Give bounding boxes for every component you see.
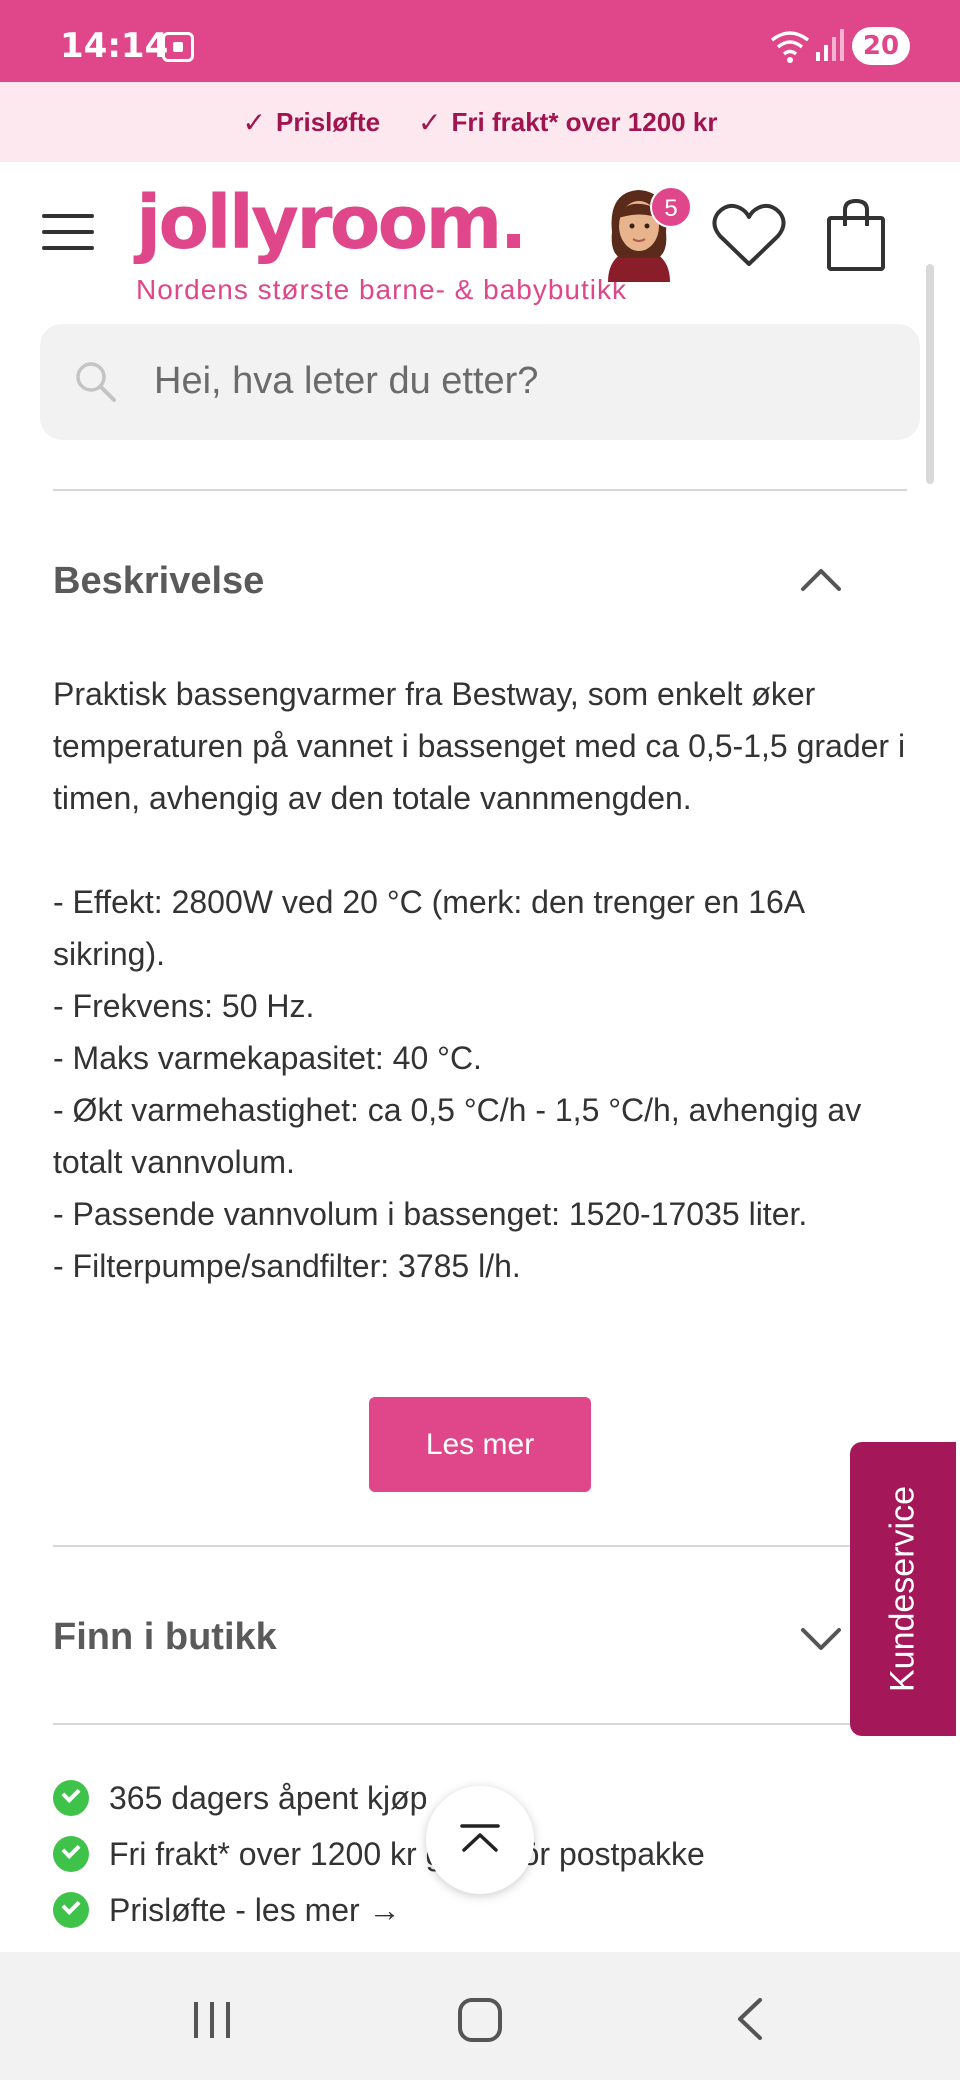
- search-input[interactable]: Hei, hva leter du etter?: [40, 324, 920, 440]
- description-intro: Praktisk bassengvarmer fra Bestway, som …: [53, 676, 906, 816]
- battery-indicator: 20: [852, 27, 910, 65]
- usp-label: Prisløfte - les mer →: [109, 1891, 401, 1928]
- chevron-up-icon: [460, 1824, 500, 1852]
- spec-line: - Effekt: 2800W ved 20 °C (merk: den tre…: [53, 884, 804, 972]
- usp-label: 365 dagers åpent kjøp: [109, 1779, 428, 1816]
- promo-item-price-promise[interactable]: ✓ Prisløfte: [243, 106, 381, 139]
- check-circle-icon: [53, 1780, 89, 1816]
- back-icon[interactable]: [734, 1996, 764, 2042]
- tagline: Nordens største barne- & babybutikk: [136, 274, 627, 305]
- spec-line: - Maks varmekapasitet: 40 °C.: [53, 1040, 482, 1076]
- check-circle-icon: [53, 1892, 89, 1928]
- hamburger-menu-icon[interactable]: [42, 214, 94, 250]
- spec-line: - Passende vannvolum i bassenget: 1520-1…: [53, 1196, 808, 1232]
- promo-label: Fri frakt* over 1200 kr: [451, 106, 718, 137]
- customer-service-tab[interactable]: Kundeservice: [850, 1442, 956, 1736]
- back-to-top-button[interactable]: [426, 1786, 534, 1894]
- divider: [53, 1723, 907, 1725]
- recent-apps-icon[interactable]: [190, 1998, 234, 2042]
- check-circle-icon: [53, 1836, 89, 1872]
- shopping-bag-icon[interactable]: [826, 198, 886, 272]
- description-heading[interactable]: Beskrivelse: [53, 560, 264, 603]
- read-more-button[interactable]: Les mer: [369, 1397, 591, 1492]
- notification-badge: 5: [650, 186, 692, 228]
- customer-service-label: Kundeservice: [883, 1485, 922, 1693]
- find-in-store-heading[interactable]: Finn i butikk: [53, 1616, 277, 1659]
- spec-line: - Økt varmehastighet: ca 0,5 °C/h - 1,5 …: [53, 1092, 862, 1180]
- heart-icon[interactable]: [712, 202, 786, 268]
- promo-label: Prisløfte: [276, 106, 381, 137]
- description-text: Praktisk bassengvarmer fra Bestway, som …: [53, 668, 913, 1292]
- site-header: jollyroom. Nordens største barne- & baby…: [0, 162, 960, 312]
- status-time: 14:14: [60, 26, 169, 66]
- spec-line: - Filterpumpe/sandfilter: 3785 l/h.: [53, 1248, 521, 1284]
- divider: [53, 1545, 907, 1547]
- signal-icon: [816, 29, 844, 61]
- chevron-down-icon[interactable]: [800, 1627, 842, 1653]
- wifi-icon: [770, 31, 810, 63]
- search-placeholder: Hei, hva leter du etter?: [154, 360, 539, 402]
- promo-bar: ✓ Prisløfte ✓ Fri frakt* over 1200 kr: [0, 82, 960, 162]
- status-bar: 14:14 20: [0, 0, 960, 82]
- divider: [53, 489, 907, 491]
- checkmark-icon: ✓: [242, 106, 267, 138]
- promo-item-free-shipping[interactable]: ✓ Fri frakt* over 1200 kr: [418, 106, 717, 139]
- spec-line: - Frekvens: 50 Hz.: [53, 988, 315, 1024]
- checkmark-icon: ✓: [418, 106, 442, 138]
- screenshot-icon: [162, 32, 194, 62]
- scrollbar[interactable]: [926, 264, 934, 484]
- usp-label: Fri frakt* over 1200 kr gäller för postp…: [109, 1835, 705, 1872]
- chevron-up-icon[interactable]: [800, 566, 842, 592]
- logo[interactable]: jollyroom.: [136, 180, 528, 266]
- system-navigation-bar: [0, 1952, 960, 2080]
- search-icon: [76, 362, 116, 402]
- home-icon[interactable]: [458, 1998, 502, 2042]
